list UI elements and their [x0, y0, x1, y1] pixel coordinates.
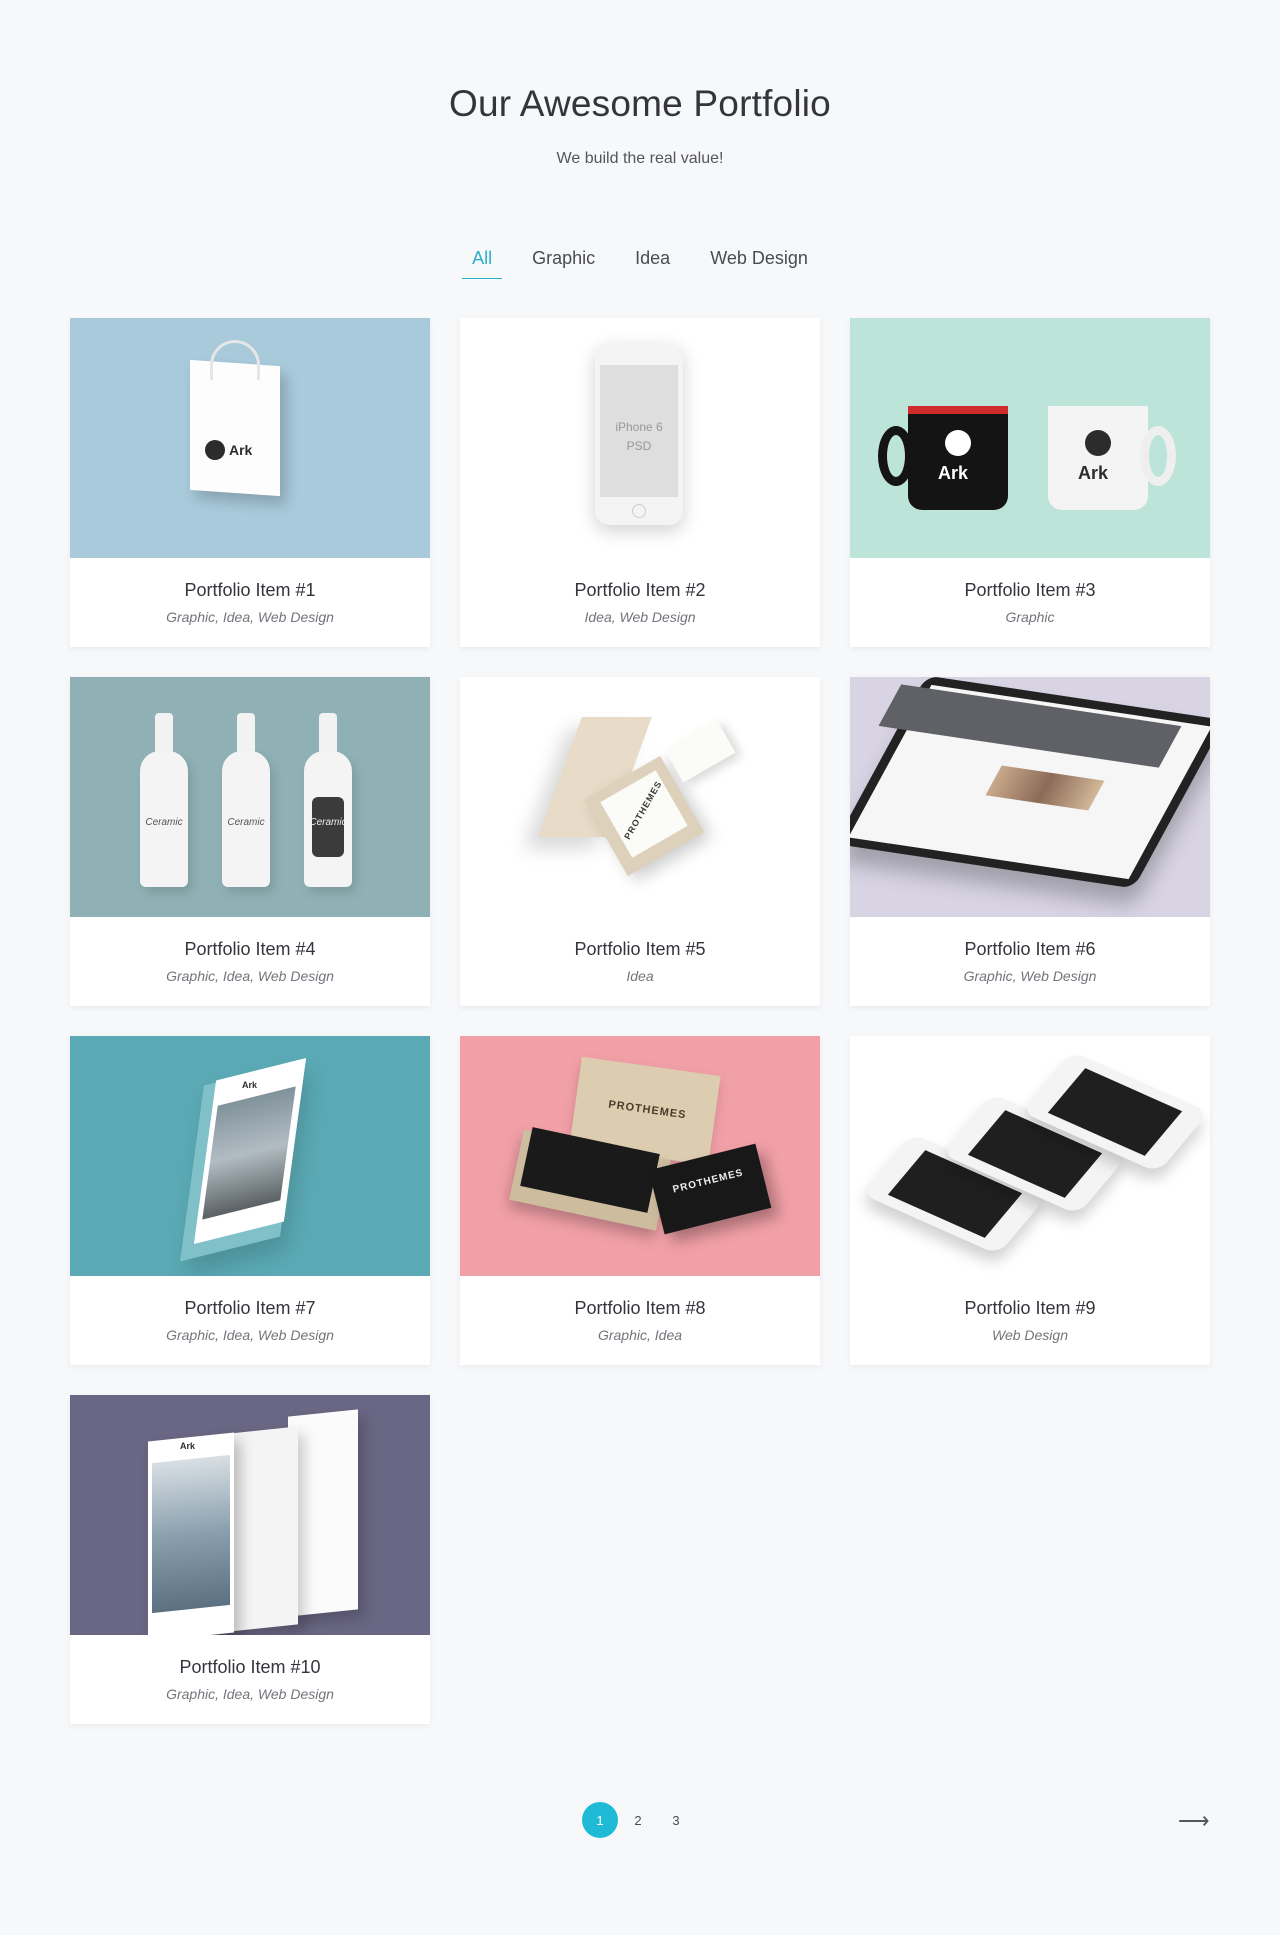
- portfolio-card[interactable]: Ark Portfolio Item #1 Graphic, Idea, Web…: [70, 318, 430, 647]
- pagination: 1 2 3: [582, 1802, 696, 1838]
- portfolio-thumbnail[interactable]: Ark Ark: [850, 318, 1210, 558]
- portfolio-item-tags: Graphic, Idea, Web Design: [166, 609, 334, 625]
- portfolio-card[interactable]: Ark Ark Portfolio Item #3 Graphic: [850, 318, 1210, 647]
- portfolio-card[interactable]: iPhone 6 PSD Portfolio Item #2 Idea, Web…: [460, 318, 820, 647]
- page-header: Our Awesome Portfolio We build the real …: [0, 80, 1280, 168]
- portfolio-card-body: Portfolio Item #4 Graphic, Idea, Web Des…: [70, 917, 430, 1006]
- portfolio-item-title[interactable]: Portfolio Item #6: [850, 939, 1210, 960]
- portfolio-card[interactable]: Ark Portfolio Item #10 Graphic, Idea, We…: [70, 1395, 430, 1724]
- portfolio-thumbnail[interactable]: Ceramic Ceramic Ceramic: [70, 677, 430, 917]
- portfolio-thumbnail[interactable]: Ark: [70, 1395, 430, 1635]
- portfolio-grid: Ark Portfolio Item #1 Graphic, Idea, Web…: [70, 318, 1210, 1724]
- portfolio-item-tags: Graphic, Idea, Web Design: [166, 968, 334, 984]
- portfolio-item-title[interactable]: Portfolio Item #3: [850, 580, 1210, 601]
- filter-idea[interactable]: Idea: [625, 248, 680, 279]
- glass-phone-brand: Ark: [242, 1080, 258, 1090]
- portfolio-item-tags: Graphic: [1005, 609, 1055, 625]
- portfolio-card-body: Portfolio Item #9 Web Design: [850, 1276, 1210, 1365]
- portfolio-item-title[interactable]: Portfolio Item #10: [70, 1657, 430, 1678]
- portfolio-thumbnail[interactable]: Ark: [70, 318, 430, 558]
- portfolio-filters: All Graphic Idea Web Design: [0, 248, 1280, 279]
- page-2-button[interactable]: 2: [620, 1802, 656, 1838]
- page-1-button[interactable]: 1: [582, 1802, 618, 1838]
- portfolio-card-body: Portfolio Item #1 Graphic, Idea, Web Des…: [70, 558, 430, 647]
- filter-graphic[interactable]: Graphic: [522, 248, 605, 279]
- portfolio-card-body: Portfolio Item #3 Graphic: [850, 558, 1210, 647]
- portfolio-card-body: Portfolio Item #10 Graphic, Idea, Web De…: [70, 1635, 430, 1724]
- portfolio-item-title[interactable]: Portfolio Item #1: [70, 580, 430, 601]
- portfolio-item-tags: Graphic, Idea, Web Design: [166, 1686, 334, 1702]
- portfolio-item-title[interactable]: Portfolio Item #7: [70, 1298, 430, 1319]
- portfolio-card[interactable]: Ark Portfolio Item #7 Graphic, Idea, Web…: [70, 1036, 430, 1365]
- portfolio-card-body: Portfolio Item #6 Graphic, Web Design: [850, 917, 1210, 1006]
- portfolio-card-body: Portfolio Item #2 Idea, Web Design: [460, 558, 820, 647]
- portfolio-card-body: Portfolio Item #8 Graphic, Idea: [460, 1276, 820, 1365]
- screens-brand: Ark: [180, 1441, 196, 1451]
- portfolio-item-tags: Graphic, Idea, Web Design: [166, 1327, 334, 1343]
- portfolio-card[interactable]: PROTHEMES Portfolio Item #5 Idea: [460, 677, 820, 1006]
- page-3-button[interactable]: 3: [658, 1802, 694, 1838]
- portfolio-card[interactable]: Ceramic Ceramic Ceramic Portfolio Item #…: [70, 677, 430, 1006]
- portfolio-item-title[interactable]: Portfolio Item #4: [70, 939, 430, 960]
- portfolio-item-tags: Graphic, Idea: [597, 1327, 683, 1343]
- portfolio-thumbnail[interactable]: PROTHEMES: [460, 677, 820, 917]
- arrow-right-icon[interactable]: ⟶: [1178, 1808, 1210, 1834]
- portfolio-card-body: Portfolio Item #5 Idea: [460, 917, 820, 1006]
- portfolio-thumbnail[interactable]: iPhone 6 PSD: [460, 318, 820, 558]
- bag-brand-label: Ark: [229, 442, 253, 458]
- iphone-screen-text: iPhone 6 PSD: [615, 420, 663, 453]
- page-subtitle: We build the real value!: [556, 150, 724, 167]
- filter-all[interactable]: All: [462, 248, 503, 279]
- portfolio-item-title[interactable]: Portfolio Item #8: [460, 1298, 820, 1319]
- portfolio-item-tags: Web Design: [991, 1327, 1068, 1343]
- portfolio-card[interactable]: Portfolio Item #9 Web Design: [850, 1036, 1210, 1365]
- portfolio-thumbnail[interactable]: Ark: [70, 1036, 430, 1276]
- portfolio-thumbnail[interactable]: [850, 677, 1210, 917]
- filter-web-design[interactable]: Web Design: [700, 248, 818, 279]
- portfolio-item-title[interactable]: Portfolio Item #9: [850, 1298, 1210, 1319]
- portfolio-thumbnail[interactable]: [850, 1036, 1210, 1276]
- portfolio-item-title[interactable]: Portfolio Item #5: [460, 939, 820, 960]
- mug-brand-white: Ark: [1078, 463, 1109, 483]
- portfolio-item-tags: Graphic, Web Design: [963, 968, 1097, 984]
- page-title: Our Awesome Portfolio: [449, 83, 831, 124]
- mug-brand-black: Ark: [938, 463, 969, 483]
- portfolio-card[interactable]: PROTHEMES PROTHEMES Portfolio Item #8 Gr…: [460, 1036, 820, 1365]
- portfolio-thumbnail[interactable]: PROTHEMES PROTHEMES: [460, 1036, 820, 1276]
- portfolio-card[interactable]: Portfolio Item #6 Graphic, Web Design: [850, 677, 1210, 1006]
- portfolio-item-tags: Idea, Web Design: [584, 609, 696, 625]
- portfolio-item-tags: Idea: [626, 968, 654, 984]
- portfolio-card-body: Portfolio Item #7 Graphic, Idea, Web Des…: [70, 1276, 430, 1365]
- portfolio-item-title[interactable]: Portfolio Item #2: [460, 580, 820, 601]
